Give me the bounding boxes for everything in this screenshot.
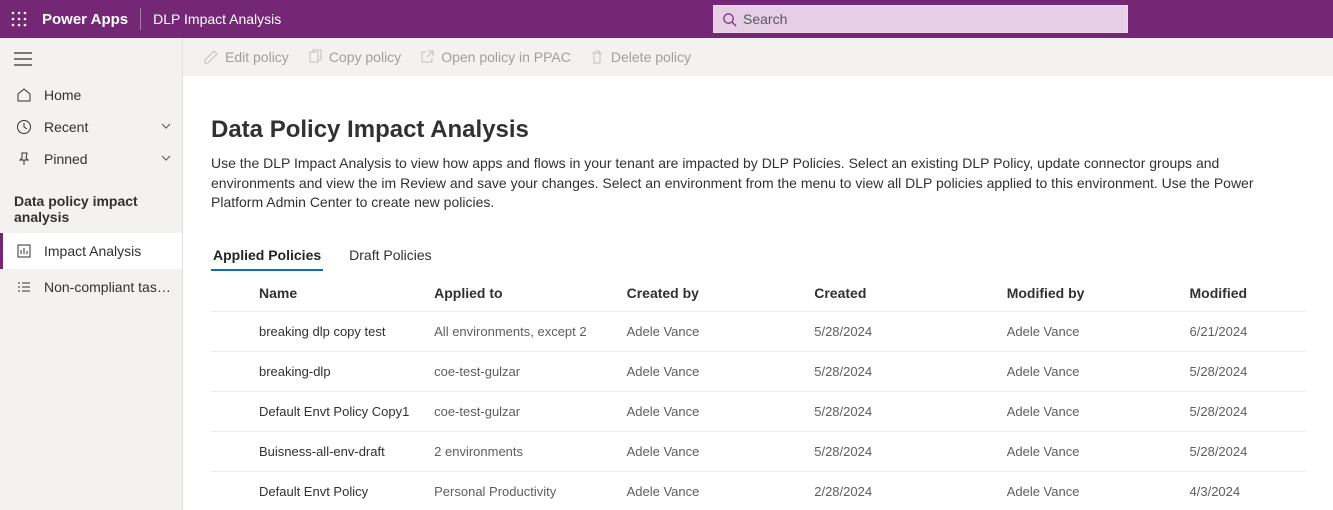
col-modified-by[interactable]: Modified by	[1007, 285, 1190, 301]
page-title: Data Policy Impact Analysis	[211, 116, 1305, 144]
cell-applied-to: Personal Productivity	[434, 484, 626, 499]
sidebar-item-label: Non-compliant task l...	[44, 279, 172, 295]
sidebar-item-noncompliant[interactable]: Non-compliant task l...	[0, 269, 182, 305]
global-search[interactable]	[713, 5, 1128, 33]
delete-policy-button[interactable]: Delete policy	[589, 49, 691, 65]
global-header: Power Apps DLP Impact Analysis	[0, 0, 1333, 38]
cell-modified: 5/28/2024	[1190, 444, 1305, 459]
table-row[interactable]: breaking-dlpcoe-test-gulzarAdele Vance5/…	[211, 351, 1305, 391]
cell-name: Buisness-all-env-draft	[211, 444, 434, 459]
cell-created-by: Adele Vance	[627, 324, 815, 339]
cmd-label: Copy policy	[329, 49, 401, 65]
cell-applied-to: All environments, except 2	[434, 324, 626, 339]
col-modified[interactable]: Modified	[1190, 285, 1305, 301]
col-name[interactable]: Name	[211, 285, 434, 301]
home-icon	[14, 87, 34, 103]
sidebar: Home Recent Pinned Data policy impact an…	[0, 38, 183, 510]
table-row[interactable]: Default Envt Policy Copy1coe-test-gulzar…	[211, 391, 1305, 431]
sidebar-item-label: Home	[44, 87, 172, 103]
tabs: Applied Policies Draft Policies	[211, 241, 1305, 271]
command-bar: Edit policy Copy policy Open policy in P…	[183, 38, 1333, 76]
cell-created-by: Adele Vance	[627, 404, 815, 419]
header-page-title: DLP Impact Analysis	[153, 11, 281, 27]
sidebar-item-recent[interactable]: Recent	[0, 111, 182, 143]
sidebar-item-label: Impact Analysis	[44, 243, 172, 259]
brand-divider	[140, 8, 141, 30]
cell-created: 5/28/2024	[814, 364, 1006, 379]
list-icon	[14, 279, 34, 295]
cell-name: breaking-dlp	[211, 364, 434, 379]
table-row[interactable]: Default Envt PolicyPersonal Productivity…	[211, 471, 1305, 510]
main-content: Edit policy Copy policy Open policy in P…	[183, 38, 1333, 510]
tab-applied-policies[interactable]: Applied Policies	[211, 241, 323, 271]
app-launcher-button[interactable]	[0, 0, 38, 38]
cmd-label: Open policy in PPAC	[441, 49, 571, 65]
cell-modified: 5/28/2024	[1190, 364, 1305, 379]
sidebar-item-label: Pinned	[44, 151, 160, 167]
sidebar-item-label: Recent	[44, 119, 160, 135]
cell-modified: 4/3/2024	[1190, 484, 1305, 499]
cell-applied-to: coe-test-gulzar	[434, 364, 626, 379]
sidebar-item-impact-analysis[interactable]: Impact Analysis	[0, 233, 182, 269]
cell-applied-to: 2 environments	[434, 444, 626, 459]
cell-modified: 5/28/2024	[1190, 404, 1305, 419]
delete-icon	[589, 49, 605, 65]
cell-name: Default Envt Policy Copy1	[211, 404, 434, 419]
cell-applied-to: coe-test-gulzar	[434, 404, 626, 419]
cell-name: Default Envt Policy	[211, 484, 434, 499]
clock-icon	[14, 119, 34, 135]
pin-icon	[14, 151, 34, 167]
chart-icon	[14, 243, 34, 259]
cell-created-by: Adele Vance	[627, 444, 815, 459]
page-description: Use the DLP Impact Analysis to view how …	[211, 154, 1305, 213]
sidebar-item-pinned[interactable]: Pinned	[0, 143, 182, 175]
copy-policy-button[interactable]: Copy policy	[307, 49, 401, 65]
open-ppac-button[interactable]: Open policy in PPAC	[419, 49, 571, 65]
sidebar-item-home[interactable]: Home	[0, 79, 182, 111]
open-external-icon	[419, 49, 435, 65]
table-row[interactable]: Buisness-all-env-draft2 environmentsAdel…	[211, 431, 1305, 471]
brand-name[interactable]: Power Apps	[38, 11, 134, 28]
search-icon	[722, 12, 737, 27]
table-row[interactable]: breaking dlp copy testAll environments, …	[211, 311, 1305, 351]
cell-modified-by: Adele Vance	[1007, 404, 1190, 419]
cell-created: 5/28/2024	[814, 444, 1006, 459]
cell-modified-by: Adele Vance	[1007, 484, 1190, 499]
tab-draft-policies[interactable]: Draft Policies	[347, 241, 433, 271]
search-input[interactable]	[743, 11, 1119, 27]
policies-table: Name Applied to Created by Created Modif…	[211, 285, 1305, 510]
table-header-row: Name Applied to Created by Created Modif…	[211, 285, 1305, 311]
cell-modified: 6/21/2024	[1190, 324, 1305, 339]
cell-modified-by: Adele Vance	[1007, 324, 1190, 339]
edit-policy-button[interactable]: Edit policy	[203, 49, 289, 65]
chevron-down-icon	[160, 151, 172, 167]
waffle-icon	[11, 11, 27, 27]
edit-icon	[203, 49, 219, 65]
cell-modified-by: Adele Vance	[1007, 444, 1190, 459]
hamburger-button[interactable]	[0, 48, 182, 79]
col-created[interactable]: Created	[814, 285, 1006, 301]
cmd-label: Delete policy	[611, 49, 691, 65]
col-created-by[interactable]: Created by	[627, 285, 815, 301]
cell-created: 2/28/2024	[814, 484, 1006, 499]
cell-created-by: Adele Vance	[627, 364, 815, 379]
col-applied-to[interactable]: Applied to	[434, 285, 626, 301]
cell-created-by: Adele Vance	[627, 484, 815, 499]
sidebar-section-title: Data policy impact analysis	[0, 175, 182, 233]
copy-icon	[307, 49, 323, 65]
cell-modified-by: Adele Vance	[1007, 364, 1190, 379]
chevron-down-icon	[160, 119, 172, 135]
cmd-label: Edit policy	[225, 49, 289, 65]
cell-created: 5/28/2024	[814, 404, 1006, 419]
cell-name: breaking dlp copy test	[211, 324, 434, 339]
cell-created: 5/28/2024	[814, 324, 1006, 339]
